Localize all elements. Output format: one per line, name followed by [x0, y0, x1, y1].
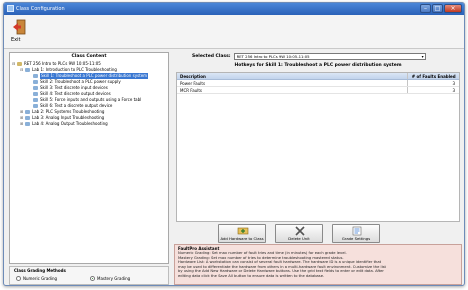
- delete-unit-label: Delete Unit: [288, 236, 310, 241]
- faults-enabled-cell[interactable]: 3: [407, 80, 459, 86]
- delete-unit-button[interactable]: Delete Unit: [275, 224, 323, 243]
- grading-methods-title: Class Grading Methods: [14, 268, 66, 273]
- exit-label: Exit: [11, 37, 21, 43]
- lesson-icon: [33, 92, 38, 96]
- grade-settings-button[interactable]: Grade Settings: [332, 224, 380, 243]
- faults-enabled-cell[interactable]: 3: [407, 87, 459, 93]
- tree-item-label: Lab 4: Analog Output Troubleshooting: [32, 121, 108, 126]
- numeric-grading-radio[interactable]: Numeric Grading: [16, 276, 57, 281]
- class-content-tree: ⊟ RET 256 Intro to PLCs 9W 10:05-11:05 ⊟ La…: [12, 61, 166, 127]
- lesson-icon: [33, 104, 38, 108]
- minimize-button[interactable]: –: [420, 4, 431, 13]
- lesson-icon: [25, 116, 30, 120]
- fault-description-cell[interactable]: MCR Faults: [177, 87, 407, 93]
- faults-grid: Description # of Faults Enabled Power Fa…: [176, 72, 460, 222]
- column-header-faults-enabled[interactable]: # of Faults Enabled: [407, 73, 459, 79]
- tree-item[interactable]: ⊞ Lab 4: Analog Output Troubleshooting: [12, 121, 166, 127]
- faultpro-assistant-box: FaultPro Assistant Numeric Grading: Set …: [174, 244, 462, 285]
- selected-class-label: Selected Class:: [192, 53, 231, 59]
- grade-settings-icon: [352, 226, 362, 236]
- hotkeys-table-title: Hotkeys for Skill 1: Troubleshoot a PLC …: [234, 63, 402, 68]
- mastery-grading-radio[interactable]: Mastery Grading: [90, 276, 130, 281]
- column-header-description[interactable]: Description: [177, 73, 407, 79]
- fault-description-cell[interactable]: Power Faults: [177, 80, 407, 86]
- app-icon: [7, 5, 14, 12]
- exit-door-icon: [13, 19, 26, 35]
- close-button[interactable]: ×: [444, 4, 462, 13]
- chevron-down-icon: ▾: [421, 53, 424, 59]
- selected-class-value: RET 256 Intro to PLCs 9W 10:05-11:05: [236, 53, 310, 59]
- add-hardware-label: Add Hardware to Class: [220, 236, 264, 241]
- lesson-icon: [25, 122, 30, 126]
- lesson-icon: [33, 86, 38, 90]
- exit-button[interactable]: Exit: [8, 18, 30, 46]
- table-row[interactable]: Power Faults 3: [177, 80, 459, 87]
- selected-class-row: Selected Class: RET 256 Intro to PLCs 9W…: [192, 52, 426, 60]
- grid-header: Description # of Faults Enabled: [177, 73, 459, 80]
- numeric-grading-label: Numeric Grading: [23, 276, 58, 281]
- class-configuration-window: Class Configuration – □ × Exit Class Con…: [3, 2, 465, 286]
- lesson-icon: [25, 68, 30, 72]
- delete-icon: [295, 226, 305, 236]
- maximize-button[interactable]: □: [432, 4, 443, 13]
- toolbar: Exit: [4, 15, 464, 49]
- window-title: Class Configuration: [16, 6, 65, 12]
- class-content-title: Class Content: [71, 54, 107, 59]
- radio-dot-icon: [16, 276, 21, 281]
- action-buttons: Add Hardware to Class Delete Unit Grade …: [218, 224, 380, 243]
- table-row[interactable]: MCR Faults 3: [177, 87, 459, 94]
- add-hardware-button[interactable]: Add Hardware to Class: [218, 224, 266, 243]
- class-content-panel: Class Content ⊟ RET 256 Intro to PLCs 9W …: [9, 52, 169, 264]
- add-hardware-icon: [237, 227, 249, 235]
- lesson-icon: [33, 80, 38, 84]
- grade-settings-label: Grade Settings: [341, 236, 371, 241]
- lesson-icon: [25, 110, 30, 114]
- mastery-grading-label: Mastery Grading: [97, 276, 131, 281]
- assistant-line: editing data click the Save All button t…: [178, 273, 325, 278]
- selected-class-dropdown[interactable]: RET 256 Intro to PLCs 9W 10:05-11:05 ▾: [233, 52, 426, 60]
- lesson-icon: [33, 98, 38, 102]
- hardware-panel: Selected Class: RET 256 Intro to PLCs 9W…: [174, 52, 462, 285]
- window-controls: – □ ×: [420, 4, 462, 14]
- radio-dot-icon: [90, 276, 95, 281]
- class-folder-icon: [17, 62, 22, 66]
- lesson-icon: [33, 74, 38, 78]
- title-bar: Class Configuration – □ ×: [4, 3, 464, 15]
- class-grading-methods-group: Class Grading Methods Numeric Grading Ma…: [9, 266, 169, 285]
